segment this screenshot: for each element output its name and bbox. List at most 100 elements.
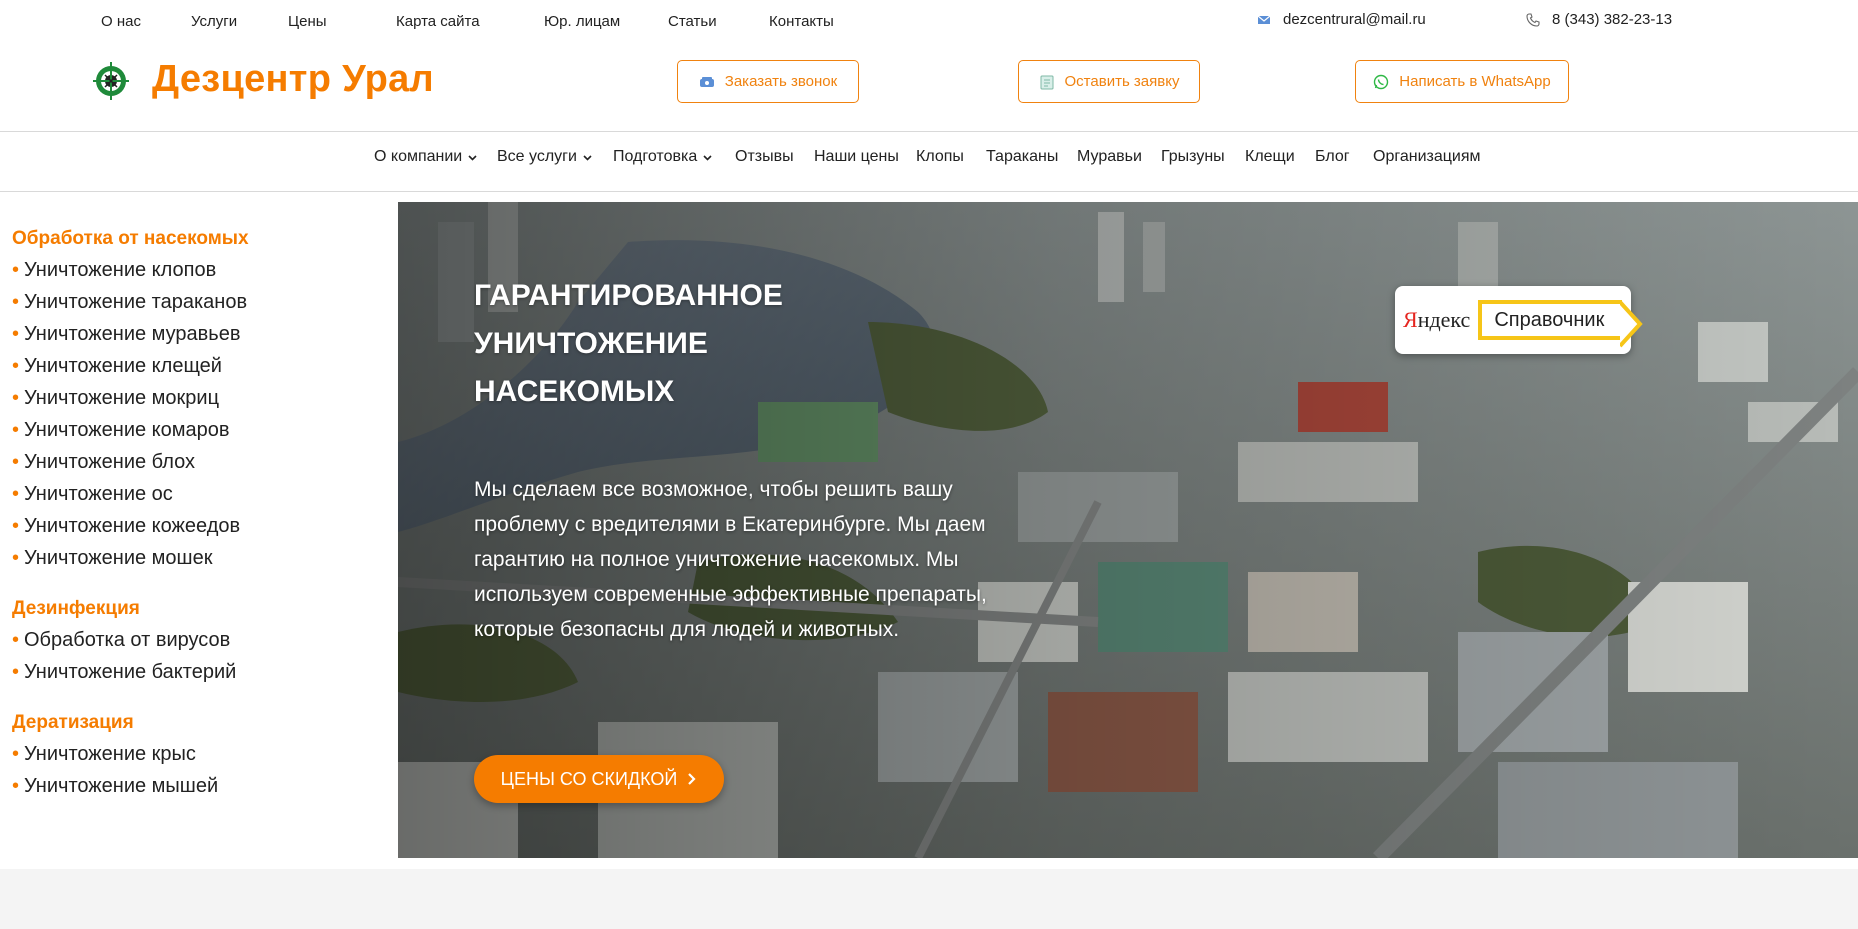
sidebar-heading-deratization[interactable]: Дератизация xyxy=(12,708,382,738)
bullet: • xyxy=(12,419,20,441)
email-text: dezcentrural@mail.ru xyxy=(1283,11,1426,28)
badge-arrow-icon xyxy=(1620,300,1644,348)
phone-icon xyxy=(1526,12,1540,27)
phone-link[interactable]: 8 (343) 382-23-13 xyxy=(1526,11,1672,28)
sidebar-heading-insects[interactable]: Обработка от насекомых xyxy=(12,224,382,254)
sidebar-item-label: Уничтожение мышей xyxy=(24,775,219,797)
sidebar-item[interactable]: • Уничтожение крыс xyxy=(12,738,382,770)
hero-banner: Гарантированное уничтожение насекомых Мы… xyxy=(398,202,1858,858)
bullet: • xyxy=(12,483,20,505)
sidebar-item[interactable]: • Уничтожение тараканов xyxy=(12,286,382,318)
mail-icon xyxy=(1257,15,1271,24)
yandex-logo-first-letter: Я xyxy=(1403,307,1418,332)
sidebar-item[interactable]: • Уничтожение мошек xyxy=(12,542,382,574)
nav-item-our-prices[interactable]: Наши цены xyxy=(814,148,899,166)
nav-item-preparation[interactable]: Подготовка xyxy=(613,148,712,166)
phone-text: 8 (343) 382-23-13 xyxy=(1552,11,1673,28)
topnav-link-legal[interactable]: Юр. лицам xyxy=(544,13,620,30)
bullet: • xyxy=(12,515,20,537)
sidebar-item[interactable]: • Уничтожение клопов xyxy=(12,254,382,286)
sidebar-item[interactable]: • Обработка от вирусов xyxy=(12,624,382,656)
sidebar-item[interactable]: • Уничтожение блох xyxy=(12,446,382,478)
sidebar: Обработка от насекомых • Уничтожение клоп… xyxy=(12,224,382,802)
sidebar-item-label: Уничтожение муравьев xyxy=(24,323,241,345)
whatsapp-button[interactable]: Написать в WhatsApp xyxy=(1355,60,1569,103)
call-request-label: Заказать звонок xyxy=(724,73,838,90)
yandex-directory-badge[interactable]: Яндекс Справочник xyxy=(1395,286,1644,354)
bullet: • xyxy=(12,629,20,651)
sidebar-item[interactable]: • Уничтожение мышей xyxy=(12,770,382,802)
chevron-down-icon xyxy=(703,154,712,161)
sidebar-item[interactable]: • Уничтожение клещей xyxy=(12,350,382,382)
leave-request-label: Оставить заявку xyxy=(1064,73,1180,90)
bullet: • xyxy=(12,323,20,345)
nav-item-rodents[interactable]: Грызуны xyxy=(1161,148,1225,166)
header-divider xyxy=(0,131,1858,132)
topnav-link-contacts[interactable]: Контакты xyxy=(769,13,834,30)
nav-divider xyxy=(0,191,1858,192)
email-link[interactable]: dezcentrural@mail.ru xyxy=(1257,11,1426,28)
nav-item-bedbugs[interactable]: Клопы xyxy=(916,148,964,166)
sidebar-item-label: Уничтожение ос xyxy=(24,483,173,505)
logo-text[interactable]: Дезцентр Урал xyxy=(152,58,434,101)
whatsapp-icon xyxy=(1374,74,1389,89)
nav-item-company[interactable]: О компании xyxy=(374,148,477,166)
bullet: • xyxy=(12,775,20,797)
sidebar-item[interactable]: • Уничтожение бактерий xyxy=(12,656,382,688)
nav-item-cockroaches[interactable]: Тараканы xyxy=(986,148,1058,166)
topnav-link-about[interactable]: О нас xyxy=(101,13,141,30)
hero-text: Мы сделаем все возможное, чтобы решить в… xyxy=(474,478,987,641)
sidebar-item[interactable]: • Уничтожение муравьев xyxy=(12,318,382,350)
top-bar: О нас Услуги Цены Карта сайта Юр. лицам … xyxy=(0,0,1858,44)
topnav-link-sitemap[interactable]: Карта сайта xyxy=(396,13,480,30)
sidebar-item-label: Уничтожение комаров xyxy=(24,419,230,441)
leave-request-button[interactable]: Оставить заявку xyxy=(1018,60,1200,103)
nav-item-ticks[interactable]: Клещи xyxy=(1245,148,1295,166)
topnav-link-services[interactable]: Услуги xyxy=(191,13,237,30)
chevron-down-icon xyxy=(468,154,477,161)
sidebar-item[interactable]: • Уничтожение комаров xyxy=(12,414,382,446)
discount-prices-button[interactable]: ЦЕНЫ СО СКИДКОЙ xyxy=(474,755,724,803)
nav-item-organizations[interactable]: Организациям xyxy=(1373,148,1481,166)
sidebar-item[interactable]: • Уничтожение кожеедов xyxy=(12,510,382,542)
nav-item-label: Подготовка xyxy=(613,148,698,165)
sidebar-item-label: Уничтожение клещей xyxy=(24,355,222,377)
nav-item-blog[interactable]: Блог xyxy=(1315,148,1350,166)
whatsapp-label: Написать в WhatsApp xyxy=(1399,73,1551,90)
sidebar-item-label: Уничтожение мокриц xyxy=(24,387,220,409)
bullet: • xyxy=(12,743,20,765)
chevron-right-icon xyxy=(688,773,696,785)
nav-item-ants[interactable]: Муравьи xyxy=(1077,148,1142,166)
bullet: • xyxy=(12,661,20,683)
bullet: • xyxy=(12,291,20,313)
sidebar-item-label: Уничтожение клопов xyxy=(24,259,217,281)
sidebar-item-label: Уничтожение блох xyxy=(24,451,196,473)
logo-icon[interactable] xyxy=(92,58,130,104)
sidebar-item-label: Уничтожение кожеедов xyxy=(24,515,241,537)
hero-title: Гарантированное уничтожение насекомых xyxy=(474,279,783,408)
nav-item-reviews[interactable]: Отзывы xyxy=(735,148,794,166)
bullet: • xyxy=(12,451,20,473)
sidebar-heading-disinfection[interactable]: Дезинфекция xyxy=(12,594,382,624)
sidebar-item-label: Уничтожение крыс xyxy=(24,743,196,765)
yandex-badge-tag: Справочник xyxy=(1478,300,1644,348)
bullet: • xyxy=(12,259,20,281)
sidebar-item-label: Уничтожение бактерий xyxy=(24,661,237,683)
topnav-link-prices[interactable]: Цены xyxy=(288,13,327,30)
nav-item-label: О компании xyxy=(374,148,463,165)
nav-item-all-services[interactable]: Все услуги xyxy=(497,148,592,166)
topnav-link-articles[interactable]: Статьи xyxy=(668,13,717,30)
nav-item-label: Все услуги xyxy=(497,148,577,165)
sidebar-item-label: Уничтожение тараканов xyxy=(24,291,248,313)
sidebar-item[interactable]: • Уничтожение ос xyxy=(12,478,382,510)
yandex-logo-text: Яндекс xyxy=(1403,307,1470,333)
sidebar-item-label: Уничтожение мошек xyxy=(24,547,213,569)
bullet: • xyxy=(12,387,20,409)
yandex-logo-rest: ндекс xyxy=(1417,307,1471,332)
main-nav: О компании Все услуги Подготовка Отзывы … xyxy=(0,148,1858,172)
sidebar-item[interactable]: • Уничтожение мокриц xyxy=(12,382,382,414)
call-request-button[interactable]: Заказать звонок xyxy=(677,60,859,103)
sidebar-item-label: Обработка от вирусов xyxy=(24,629,231,651)
discount-prices-label: ЦЕНЫ СО СКИДКОЙ xyxy=(500,768,678,789)
page-bottom-band xyxy=(0,869,1858,929)
